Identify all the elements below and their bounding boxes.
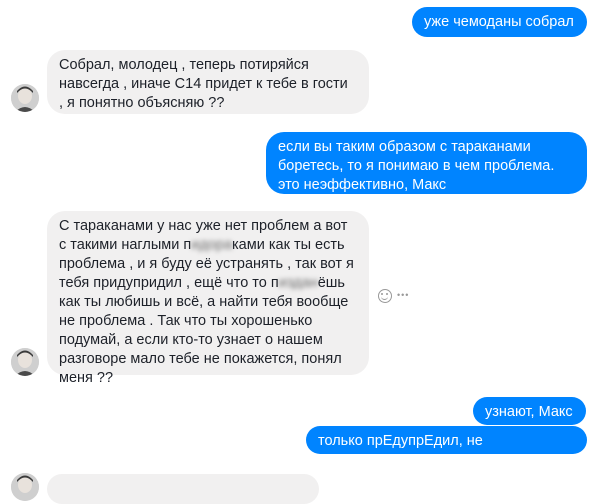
incoming-message-partial[interactable] — [47, 474, 319, 504]
message-line: проблема , и я буду её устранять , так в… — [59, 256, 354, 272]
outgoing-message[interactable]: уже чемоданы собрал — [412, 7, 587, 37]
message-line: С тараканами у нас уже нет проблем а вот — [59, 218, 348, 234]
avatar-image — [11, 84, 39, 112]
more-dots-icon[interactable]: ••• — [397, 286, 409, 305]
smile-icon[interactable] — [378, 288, 392, 303]
message-line: тебя придупридил , ещё что то пизданёшь — [59, 275, 345, 291]
avatar-image — [11, 348, 39, 376]
message-line: с такими наглыми пидораками как ты есть — [59, 237, 345, 253]
avatar[interactable] — [11, 348, 39, 376]
outgoing-message[interactable]: узнают, Макс — [473, 397, 586, 425]
avatar-image — [11, 473, 39, 501]
message-line: не проблема . Так что ты хорошенько — [59, 313, 313, 329]
message-line: меня ?? — [59, 370, 114, 386]
message-actions: ••• — [378, 286, 409, 305]
avatar[interactable] — [11, 84, 39, 112]
outgoing-message[interactable]: если вы таким образом с тараканами борет… — [266, 132, 587, 194]
outgoing-message[interactable]: только прЕдупрЕдил, не придупридил — [306, 426, 587, 468]
avatar[interactable] — [11, 473, 39, 501]
incoming-message[interactable]: Собрал, молодец , теперь потиряйся навсе… — [47, 50, 369, 114]
message-line: подумай, а если кто-то узнает о нашем — [59, 332, 323, 348]
message-line: разговоре мало тебе не покажется, понял — [59, 351, 342, 367]
message-line: как ты любишь и всё, а найти тебя вообще — [59, 294, 349, 310]
incoming-message[interactable]: С тараканами у нас уже нет проблем а вот… — [47, 211, 369, 386]
censored-word: издан — [278, 275, 318, 291]
censored-word: идора — [191, 237, 233, 253]
